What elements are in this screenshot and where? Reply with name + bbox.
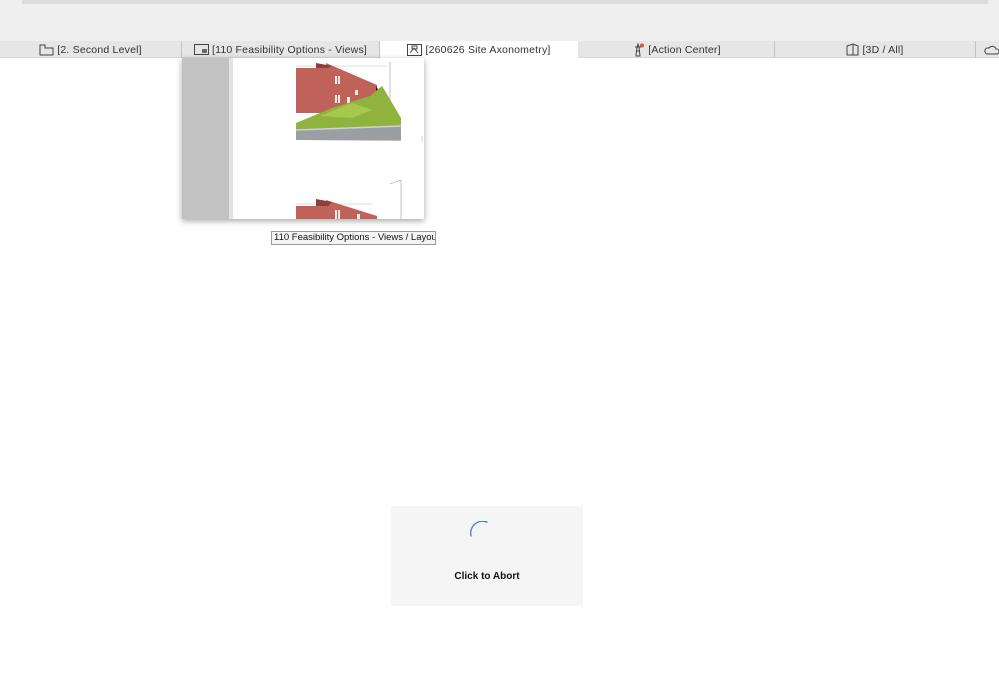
toolbar-strip [22,0,988,4]
progress-dialog[interactable]: Click to Abort [391,506,583,606]
tab-second-level[interactable]: [2. Second Level] [0,41,182,58]
tab-label: [260626 Site Axonometry] [425,43,551,56]
tab-hover-preview[interactable] [182,58,424,219]
loading-spinner-icon [470,521,488,537]
tab-label: [2. Second Level] [57,43,142,56]
tab-label: [3D / All] [862,43,904,56]
tab-3d-all[interactable]: [3D / All] [775,41,976,58]
tab-label: [110 Feasibility Options - Views] [211,43,368,56]
tab-site-axonometry[interactable]: [260626 Site Axonometry] [380,41,578,58]
tab-preview-tooltip: 110 Feasibility Options - Views / Layout [271,231,436,245]
lighthouse-icon [631,42,645,57]
floor-plan-icon [39,44,54,56]
tab-action-center[interactable]: [Action Center] [578,41,775,58]
layout-sheet-icon [193,44,209,55]
window-tab-bar: [2. Second Level] [110 Feasibility Optio… [0,41,999,58]
3d-window-icon [846,43,859,56]
top-toolbar-area [0,0,999,41]
tab-cloud[interactable] [976,41,999,58]
cloud-icon [984,45,999,55]
click-to-abort-label[interactable]: Click to Abort [391,571,583,582]
preview-thumbnail [295,62,423,219]
tab-feasibility-views[interactable]: [110 Feasibility Options - Views] [182,41,380,58]
worksheet-icon [407,43,423,56]
tab-label: [Action Center] [648,43,721,56]
